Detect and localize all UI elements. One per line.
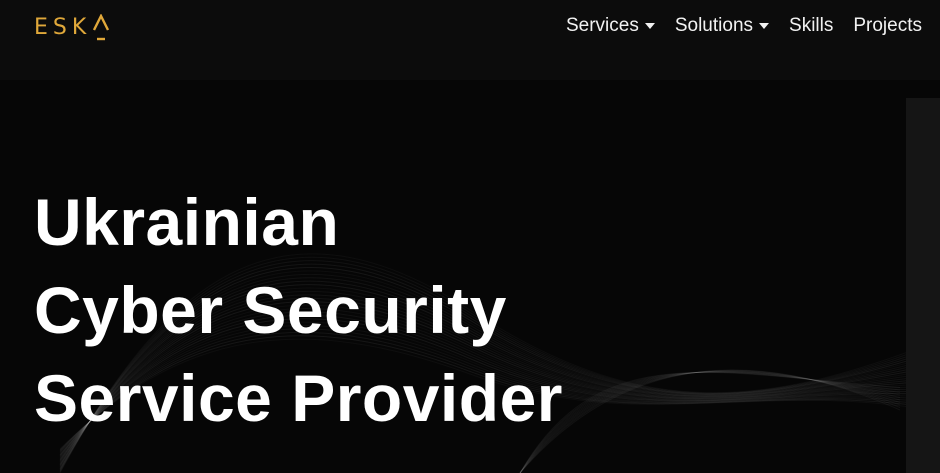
logo-text: ESK bbox=[34, 15, 92, 40]
nav-item-label: Solutions bbox=[674, 15, 754, 36]
logo-mark-icon bbox=[92, 14, 110, 42]
headline-line-1: Ukrainian bbox=[34, 185, 340, 259]
nav-item-label: Skills bbox=[789, 15, 834, 36]
site-logo[interactable]: ESK bbox=[34, 14, 110, 42]
nav-item-projects[interactable]: Projects bbox=[843, 15, 932, 37]
headline-line-3: Service Provider bbox=[34, 361, 563, 435]
nav-item-solutions[interactable]: Solutions bbox=[665, 15, 779, 37]
hero-headline: Ukrainian Cyber Security Service Provide… bbox=[34, 178, 563, 442]
caret-down-icon bbox=[644, 23, 655, 29]
nav-item-services[interactable]: Services bbox=[556, 15, 665, 37]
header-bar: ESK Services Solutions Skills Projects bbox=[0, 0, 940, 80]
nav-item-label: Services bbox=[565, 15, 639, 36]
caret-down-icon bbox=[759, 23, 770, 29]
main-nav: Services Solutions Skills Projects bbox=[556, 15, 932, 37]
headline-line-2: Cyber Security bbox=[34, 273, 507, 347]
nav-item-label: Projects bbox=[853, 15, 922, 36]
nav-item-skills[interactable]: Skills bbox=[779, 15, 843, 37]
side-panel bbox=[906, 98, 940, 473]
